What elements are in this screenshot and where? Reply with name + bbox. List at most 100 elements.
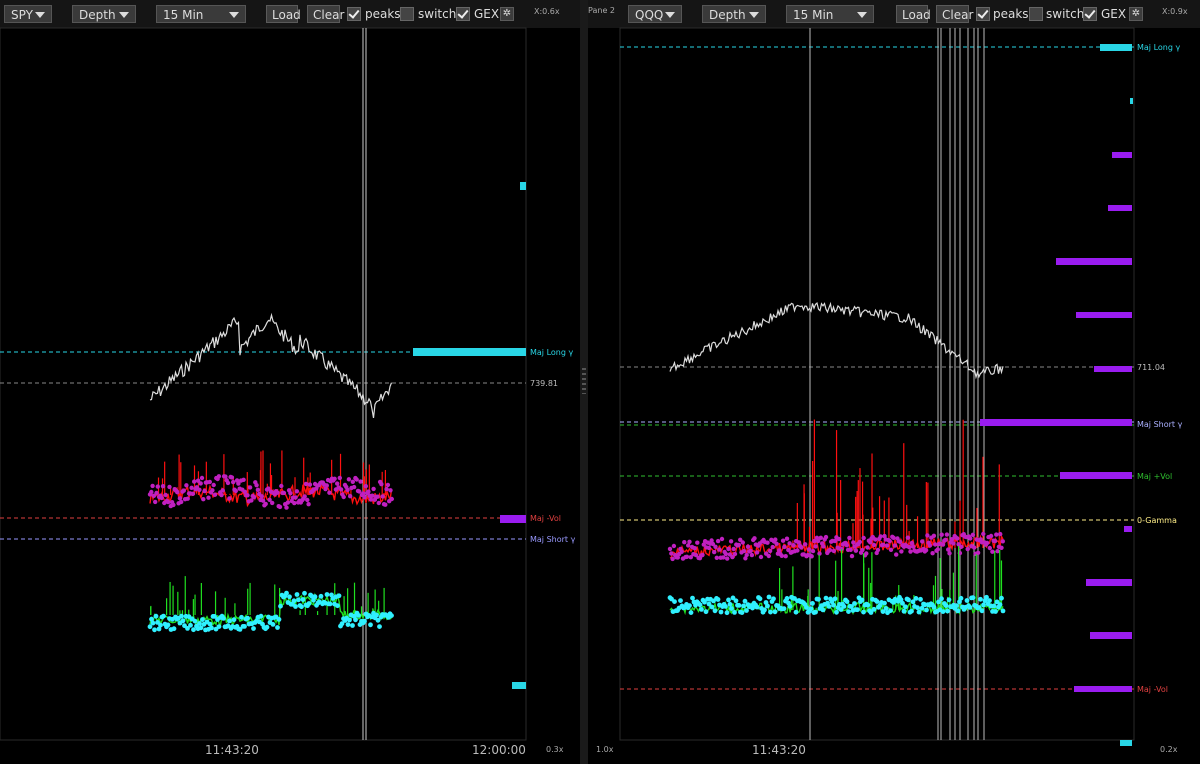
magenta-dot — [307, 482, 313, 487]
magenta-dot — [259, 494, 264, 499]
magenta-dot — [723, 551, 729, 557]
magenta-dot — [741, 548, 747, 554]
maj-short-gamma-label: Maj Short γ — [530, 535, 576, 544]
magenta-dot — [884, 543, 890, 548]
magenta-dot — [171, 502, 176, 508]
cyan-dot — [733, 598, 739, 604]
gex-bar — [1112, 152, 1132, 158]
cyan-dot — [200, 617, 205, 622]
magenta-dot — [865, 545, 870, 550]
magenta-dot — [713, 544, 718, 549]
magenta-dot — [744, 552, 749, 558]
cyan-dot — [901, 608, 907, 614]
magenta-dot — [871, 542, 877, 548]
magenta-dot — [302, 494, 307, 499]
gex-bar — [500, 515, 526, 523]
magenta-dot — [799, 545, 804, 550]
magenta-dot — [684, 554, 690, 559]
magenta-dot — [210, 488, 215, 493]
cyan-dot — [987, 598, 992, 603]
magenta-dot — [324, 483, 329, 488]
plot-frame — [619, 27, 1135, 741]
cyan-dot — [152, 627, 157, 633]
magenta-dot — [999, 545, 1004, 550]
magenta-dot — [920, 539, 925, 544]
cyan-dot — [736, 603, 742, 608]
left-series-group — [147, 312, 394, 633]
cyan-dot — [865, 602, 871, 608]
cyan-dot — [816, 596, 821, 602]
magenta-dot — [149, 489, 154, 495]
cyan-dot — [192, 618, 198, 624]
cyan-dot — [296, 597, 301, 603]
magenta-dot — [160, 484, 166, 489]
left-chart-pane[interactable]: SPY Depth 15 Min Load Clear peaks switch… — [0, 0, 580, 764]
cyan-dot — [712, 608, 718, 614]
magenta-dot — [192, 479, 197, 484]
cyan-dot — [287, 594, 292, 600]
magenta-dot — [379, 482, 384, 487]
magenta-dot — [370, 493, 375, 498]
magenta-dot — [955, 536, 960, 541]
magenta-dot — [857, 539, 862, 545]
cyan-dot — [699, 607, 704, 612]
magenta-dot — [363, 484, 368, 489]
maj-long-gamma-label: Maj Long γ — [530, 348, 573, 357]
magenta-dot — [894, 552, 899, 557]
magenta-dot — [851, 540, 856, 545]
cyan-dot — [180, 618, 186, 624]
magenta-dot — [700, 552, 705, 558]
magenta-dot — [849, 553, 855, 559]
cyan-dot — [270, 622, 276, 627]
time-label: 12:00:00 — [472, 743, 526, 757]
magenta-dot — [878, 534, 883, 539]
cyan-dot — [861, 609, 866, 615]
magenta-dot — [831, 548, 836, 554]
gex-bar — [1094, 366, 1132, 372]
magenta-dot — [767, 548, 773, 554]
magenta-dot — [749, 552, 755, 558]
magenta-dot — [892, 543, 898, 548]
magenta-dot — [970, 532, 976, 537]
magenta-dot — [714, 555, 719, 560]
cyan-dot — [946, 597, 952, 603]
cyan-dot — [787, 603, 793, 609]
cyan-dot — [906, 597, 911, 603]
cyan-dot — [335, 603, 340, 609]
cyan-dot — [967, 605, 973, 610]
magenta-dot — [779, 553, 784, 558]
cyan-dot — [813, 609, 818, 615]
magenta-dot — [198, 481, 203, 486]
right-chart-canvas[interactable]: Maj Long γ 711.04 Maj Short γ Maj +Vol 0… — [588, 0, 1200, 764]
cyan-dot — [981, 602, 986, 608]
magenta-dot — [972, 545, 977, 550]
cyan-dot — [723, 604, 728, 609]
magenta-dot — [212, 492, 218, 497]
gex-bar — [1086, 579, 1132, 586]
magenta-dot — [201, 497, 206, 502]
pane-splitter[interactable] — [580, 0, 588, 764]
magenta-dot — [706, 545, 712, 551]
magenta-dot — [275, 490, 280, 495]
cyan-dot — [179, 613, 184, 619]
cyan-dot — [687, 603, 692, 608]
magenta-dot — [229, 475, 235, 480]
left-chart-canvas[interactable]: Maj Long γ 739.81 Maj -Vol Maj Short γ 1… — [0, 0, 580, 764]
cyan-dot — [312, 594, 318, 600]
cyan-dot — [715, 597, 721, 602]
gex-bar — [512, 682, 526, 689]
cyan-dot — [924, 607, 929, 613]
magenta-dot — [728, 539, 734, 544]
magenta-dot — [897, 539, 903, 544]
magenta-dot — [216, 474, 222, 479]
cyan-dot — [1000, 608, 1006, 614]
splitter-grip-icon[interactable] — [582, 368, 586, 394]
magenta-dot — [731, 546, 736, 552]
cyan-dot — [765, 603, 770, 609]
magenta-dot — [719, 536, 725, 542]
magenta-dot — [255, 487, 261, 492]
right-chart-pane[interactable]: Pane 2 QQQ Depth 15 Min Load Clear peaks… — [588, 0, 1200, 764]
price-series — [669, 301, 1004, 380]
magenta-dot — [380, 494, 385, 499]
magenta-dot — [935, 547, 940, 552]
